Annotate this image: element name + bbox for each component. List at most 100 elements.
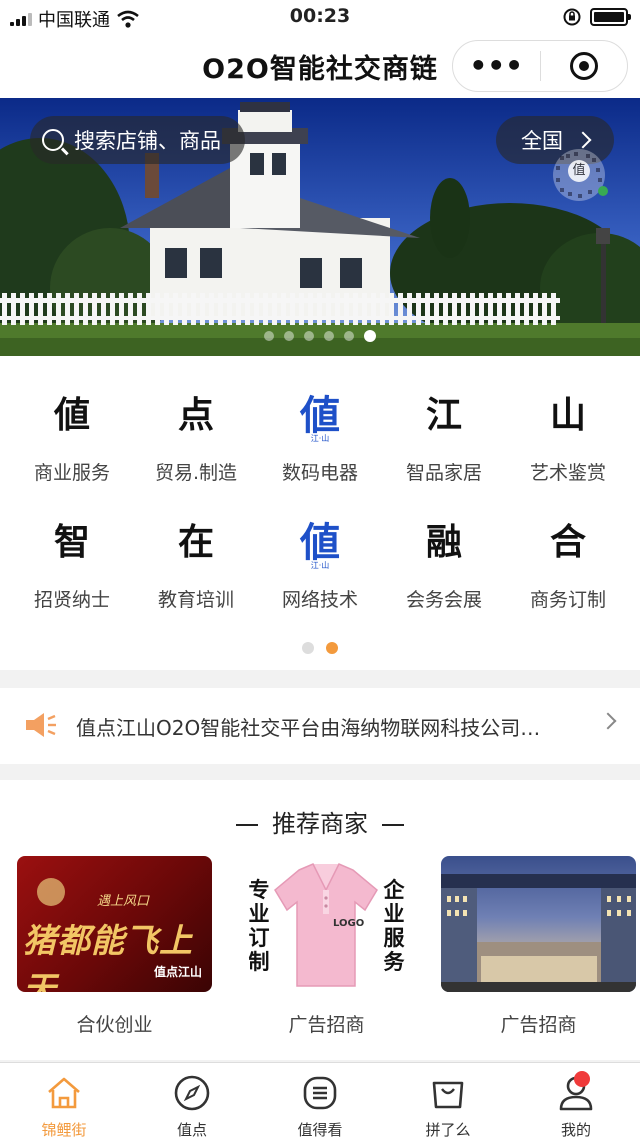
category-label: 招贤纳士 — [33, 589, 110, 611]
shopping-bag-icon — [428, 1073, 468, 1113]
notice-bar[interactable]: 值点江山O2O智能社交平台由海纳物联网科技公司… — [0, 688, 640, 764]
status-time: 00:23 — [289, 5, 351, 27]
category-label: 智品家居 — [405, 462, 482, 484]
mini-program-capsule: ••• — [452, 40, 628, 92]
category-page-dot[interactable] — [326, 642, 338, 654]
battery-icon — [590, 8, 631, 26]
banner-carousel[interactable]: 搜索店铺、商品 全国 值 — [0, 98, 640, 356]
banner-pagination — [0, 330, 640, 342]
category-logo-sub: 江·山 — [310, 561, 330, 570]
category-icon: 山 — [550, 386, 586, 438]
search-icon — [42, 129, 64, 151]
qr-center-char: 值 — [568, 160, 590, 182]
tab-label: 值点 — [176, 1121, 207, 1137]
tab-user[interactable]: 我的 — [512, 1063, 640, 1137]
tab-compass[interactable]: 值点 — [128, 1063, 256, 1137]
status-right — [562, 7, 631, 27]
category-label: 艺术鉴赏 — [529, 462, 606, 484]
category-label: 会务会展 — [405, 589, 482, 611]
ad-top-text: 遇上风口 — [97, 894, 150, 909]
banner-dot[interactable] — [304, 331, 314, 341]
tab-home[interactable]: 锦鲤街 — [0, 1063, 128, 1137]
banner-dot[interactable] — [284, 331, 294, 341]
merchant-label: 广告招商 — [500, 1014, 577, 1036]
home-icon — [44, 1073, 84, 1113]
category-glyph: 智 — [53, 522, 90, 563]
category-icon: 値江·山 — [300, 386, 340, 443]
notification-badge — [574, 1071, 590, 1087]
category-label: 商务订制 — [529, 589, 606, 611]
category-icon: 値江·山 — [300, 513, 340, 570]
category-section: 値商业服务点贸易.制造値江·山 数码电器江智品家居山艺术鉴赏智招贤纳士在教育培训値… — [0, 356, 640, 670]
tab-shopping-bag[interactable]: 拼了么 — [384, 1063, 512, 1137]
compass-icon — [172, 1073, 212, 1113]
qr-code-icon[interactable]: 值 — [546, 146, 612, 204]
category-item[interactable]: 合商务订制 — [506, 513, 630, 612]
tab-label: 值得看 — [297, 1121, 343, 1137]
category-item[interactable]: 値商业服务 — [10, 386, 134, 485]
category-glyph: 融 — [425, 522, 462, 563]
tab-label: 拼了么 — [425, 1121, 471, 1137]
category-item[interactable]: 智招贤纳士 — [10, 513, 134, 612]
recommended-section: 推荐商家 遇上风口 猪都能飞上天 值点江山 合伙创业 专业订制 LOGO 企业服… — [0, 780, 640, 1060]
category-label: 数码电器 — [281, 462, 358, 484]
more-dots-icon[interactable]: ••• — [453, 52, 540, 80]
target-circle-icon — [569, 52, 598, 80]
category-item[interactable]: 値江·山数码电器 — [258, 386, 382, 485]
nav-bar: O2O智能社交商链 ••• — [0, 34, 640, 98]
category-item[interactable]: 在教育培训 — [134, 513, 258, 612]
banner-dot[interactable] — [344, 331, 354, 341]
banner-dot[interactable] — [264, 331, 274, 341]
category-glyph: 山 — [549, 395, 586, 436]
banner-dot[interactable] — [364, 330, 376, 342]
merchant-label: 广告招商 — [288, 1014, 365, 1036]
category-icon: 融 — [426, 513, 462, 565]
category-icon: 江 — [426, 386, 462, 438]
search-placeholder: 搜索店铺、商品 — [74, 129, 221, 153]
flying-pig-icon — [37, 878, 65, 906]
ad-brand: 值点江山 — [153, 965, 202, 979]
merchant-image: 专业订制 LOGO 企业服务 — [229, 856, 424, 992]
category-item[interactable]: 値江·山网络技术 — [258, 513, 382, 612]
category-glyph: 値 — [53, 395, 90, 436]
merchant-card[interactable]: 广告招商 — [441, 856, 636, 1037]
category-item[interactable]: 点贸易.制造 — [134, 386, 258, 485]
category-glyph: 在 — [177, 522, 214, 563]
category-pagination — [0, 642, 640, 654]
notice-text: 值点江山O2O智能社交平台由海纳物联网科技公司… — [76, 716, 541, 740]
merchant-image: 遇上风口 猪都能飞上天 值点江山 — [17, 856, 212, 992]
search-box[interactable]: 搜索店铺、商品 — [30, 116, 245, 164]
merchant-cards: 遇上风口 猪都能飞上天 值点江山 合伙创业 专业订制 LOGO 企业服务 广告招… — [17, 856, 636, 1037]
tab-label: 我的 — [560, 1121, 591, 1137]
tab-label: 锦鲤街 — [41, 1121, 87, 1137]
category-grid: 値商业服务点贸易.制造値江·山 数码电器江智品家居山艺术鉴赏智招贤纳士在教育培训値… — [10, 386, 630, 612]
merchant-card[interactable]: 遇上风口 猪都能飞上天 值点江山 合伙创业 — [17, 856, 212, 1037]
category-glyph: 合 — [549, 522, 586, 563]
category-logo-sub: 江·山 — [310, 434, 330, 443]
category-glyph: 点 — [177, 395, 214, 436]
merchant-card[interactable]: 专业订制 LOGO 企业服务 广告招商 — [229, 856, 424, 1037]
tab-list[interactable]: 值得看 — [256, 1063, 384, 1137]
title-dash-right — [382, 824, 404, 826]
category-item[interactable]: 山艺术鉴赏 — [506, 386, 630, 485]
orientation-lock-icon — [563, 8, 581, 26]
category-label: 商业服务 — [33, 462, 110, 484]
ad-vertical-right: 企业服务 — [383, 878, 405, 974]
merchant-label: 合伙创业 — [76, 1014, 153, 1036]
banner-dot[interactable] — [324, 331, 334, 341]
category-label: 贸易.制造 — [154, 462, 238, 484]
category-icon: 智 — [54, 513, 90, 565]
category-icon: 合 — [550, 513, 586, 565]
category-label: 网络技术 — [281, 589, 358, 611]
close-mini-program-button[interactable] — [541, 52, 628, 80]
chevron-right-icon — [599, 712, 617, 730]
bottom-tab-bar: 锦鲤街 值点 值得看 拼了么 我的 — [0, 1062, 640, 1137]
category-label: 教育培训 — [157, 589, 234, 611]
category-item[interactable]: 江智品家居 — [382, 386, 506, 485]
category-item[interactable]: 融会务会展 — [382, 513, 506, 612]
section-title-text: 推荐商家 — [272, 810, 368, 838]
category-page-dot[interactable] — [302, 642, 314, 654]
category-icon: 値 — [54, 386, 90, 438]
category-icon: 点 — [178, 386, 214, 438]
status-bar: 中国联通 00:23 — [0, 0, 640, 34]
